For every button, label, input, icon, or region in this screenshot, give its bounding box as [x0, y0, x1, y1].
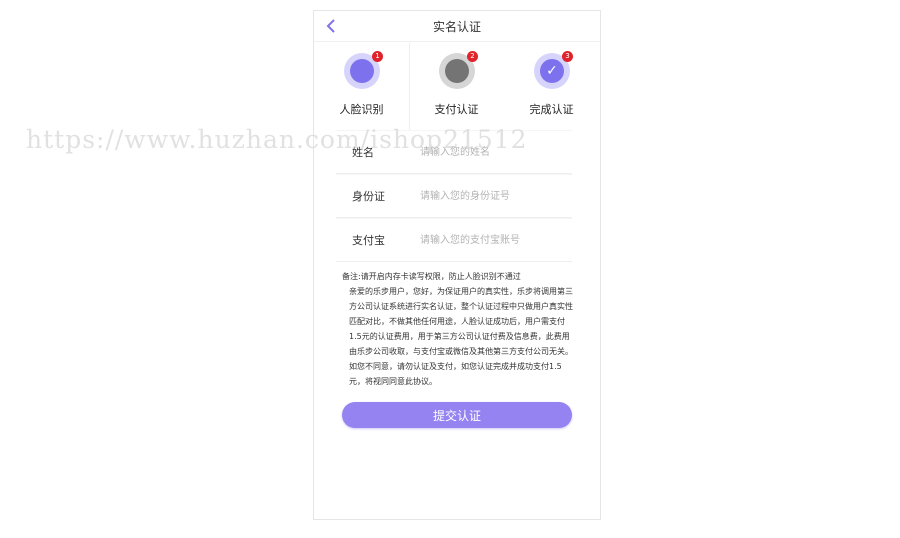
page-title: 实名认证: [432, 20, 481, 34]
verification-form: 姓名 身份证 支付宝: [336, 130, 572, 262]
notice-text: 备注:请开启内存卡读写权限，防止人脸识别不通过 亲爱的乐步用户，您好，为保证用户…: [342, 269, 574, 389]
notice-body: 亲爱的乐步用户，您好，为保证用户的真实性，乐步将调用第三方公司认证系统进行实名认…: [349, 287, 573, 386]
step-label: 完成认证: [529, 103, 574, 116]
step-number-badge: 1: [372, 51, 383, 62]
phone-frame: 实名认证 1 人脸识别 2 支付认证 ✓ 3 完成认证 姓名 身份证: [313, 10, 601, 520]
alipay-input[interactable]: [418, 229, 572, 251]
step-label: 支付认证: [434, 103, 479, 116]
submit-verification-button[interactable]: 提交认证: [342, 402, 572, 428]
step-face-recognition: 1 人脸识别: [314, 43, 410, 131]
name-input[interactable]: [418, 141, 572, 163]
header-bar: 实名认证: [314, 11, 600, 42]
name-label: 姓名: [352, 146, 374, 159]
alipay-label: 支付宝: [352, 234, 385, 247]
id-card-label: 身份证: [352, 190, 385, 203]
step-complete: ✓ 3 完成认证: [504, 43, 599, 131]
step-number-badge: 3: [562, 51, 573, 62]
notice-first-line: 备注:请开启内存卡读写权限，防止人脸识别不通过: [342, 272, 521, 281]
name-row: 姓名: [336, 130, 572, 174]
step-number-badge: 2: [467, 51, 478, 62]
step-payment-verification: 2 支付认证: [409, 43, 504, 131]
id-card-input[interactable]: [418, 185, 572, 207]
step-indicator: 1 人脸识别 2 支付认证 ✓ 3 完成认证: [314, 43, 600, 131]
checkmark-icon: ✓: [540, 59, 564, 83]
step-label: 人脸识别: [339, 103, 384, 116]
id-card-row: 身份证: [336, 174, 572, 218]
alipay-row: 支付宝: [336, 218, 572, 262]
